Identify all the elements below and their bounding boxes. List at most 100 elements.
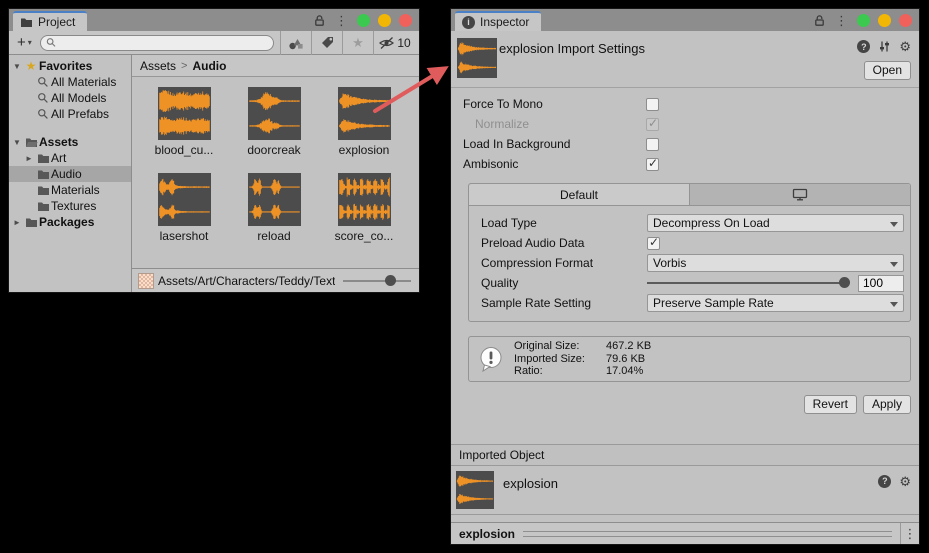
disclosure-open-icon[interactable]: ▼ <box>11 138 23 147</box>
favorite-search-button[interactable]: ★ <box>342 31 373 55</box>
asset-item-score[interactable]: score_co... <box>322 173 406 243</box>
disclosure-closed-icon[interactable]: ► <box>23 154 35 163</box>
imported-size-label: Imported Size: <box>514 353 606 366</box>
breadcrumb-separator: > <box>181 60 187 72</box>
force-to-mono-checkbox[interactable] <box>646 98 659 111</box>
ambisonic-checkbox[interactable] <box>646 158 659 171</box>
tree-item-all-prefabs[interactable]: All Prefabs <box>9 106 131 122</box>
window-button-maximize[interactable] <box>378 14 391 27</box>
asset-label: explosion <box>322 143 406 157</box>
thumbnail-size-slider[interactable] <box>343 280 411 282</box>
search-icon <box>46 37 56 48</box>
load-type-dropdown[interactable]: Decompress On Load <box>647 214 904 232</box>
window-menu-icon[interactable]: ⋮ <box>834 14 849 27</box>
help-icon[interactable]: ? <box>878 475 891 488</box>
disclosure-open-icon[interactable]: ▼ <box>11 62 23 71</box>
window-button-minimize[interactable] <box>857 14 870 27</box>
info-icon: i <box>462 16 475 29</box>
tree-item-textures[interactable]: Textures <box>9 198 131 214</box>
quality-value-input[interactable] <box>858 275 904 292</box>
search-by-label-button[interactable] <box>311 31 342 55</box>
tree-item-assets[interactable]: ▼ Assets <box>9 134 131 150</box>
asset-item-explosion[interactable]: explosion <box>322 87 406 157</box>
folder-icon <box>35 201 51 212</box>
hidden-packages-button[interactable]: 10 <box>373 31 419 55</box>
window-button-close[interactable] <box>899 14 912 27</box>
tree-label: All Materials <box>51 75 116 89</box>
ratio-label: Ratio: <box>514 365 606 378</box>
tree-item-materials[interactable]: Materials <box>9 182 131 198</box>
dropdown-value: Vorbis <box>653 256 686 270</box>
tree-item-art[interactable]: ► Art <box>9 150 131 166</box>
load-in-background-checkbox[interactable] <box>646 138 659 151</box>
quality-slider[interactable] <box>647 282 848 284</box>
texture-preview-icon <box>138 273 154 289</box>
imported-object-header: Imported Object <box>451 444 919 466</box>
breadcrumb: Assets > Audio <box>132 55 419 77</box>
presets-icon[interactable] <box>878 40 891 53</box>
tree-label: All Models <box>51 91 106 105</box>
apply-button[interactable]: Apply <box>863 395 911 414</box>
preview-menu-icon[interactable]: ⋮ <box>901 527 919 540</box>
field-label: Load Type <box>475 216 647 230</box>
gear-icon[interactable]: ⚙ <box>899 40 911 53</box>
tree-item-all-materials[interactable]: All Materials <box>9 74 131 90</box>
window-menu-icon[interactable]: ⋮ <box>334 14 349 27</box>
slider-knob[interactable] <box>385 275 396 286</box>
inspector-titlebar: i Inspector ⋮ <box>451 9 919 31</box>
folder-open-icon <box>23 137 39 148</box>
tab-project-label: Project <box>38 15 75 29</box>
asset-item-blood-curdling[interactable]: blood_cu... <box>142 87 226 157</box>
disclosure-closed-icon[interactable]: ► <box>11 218 23 227</box>
search-by-type-button[interactable] <box>280 31 311 55</box>
imported-size-value: 79.6 KB <box>606 353 645 366</box>
option-force-to-mono: Force To Mono <box>451 94 919 114</box>
gear-icon[interactable]: ⚙ <box>899 475 911 488</box>
search-icon <box>35 108 51 120</box>
window-button-maximize[interactable] <box>878 14 891 27</box>
tab-project[interactable]: Project <box>13 11 87 31</box>
revert-button[interactable]: Revert <box>804 395 857 414</box>
asset-item-doorcreak[interactable]: doorcreak <box>232 87 316 157</box>
tree-item-all-models[interactable]: All Models <box>9 90 131 106</box>
folder-icon <box>23 217 39 228</box>
compression-format-dropdown[interactable]: Vorbis <box>647 254 904 272</box>
asset-item-reload[interactable]: reload <box>232 173 316 243</box>
field-preload-audio-data: Preload Audio Data <box>475 233 904 253</box>
platform-tabstrip: Default <box>469 184 910 206</box>
window-button-close[interactable] <box>399 14 412 27</box>
tree-item-packages[interactable]: ► Packages <box>9 214 131 230</box>
tag-icon <box>320 35 335 50</box>
tab-default-platform[interactable]: Default <box>469 184 690 205</box>
lock-open-icon[interactable] <box>313 14 326 27</box>
window-button-minimize[interactable] <box>357 14 370 27</box>
open-button[interactable]: Open <box>864 61 911 80</box>
tab-inspector[interactable]: i Inspector <box>455 11 541 31</box>
preload-audio-data-checkbox[interactable] <box>647 237 660 250</box>
field-quality: Quality <box>475 273 904 293</box>
asset-label: reload <box>232 229 316 243</box>
folder-icon <box>35 169 51 180</box>
breadcrumb-root[interactable]: Assets <box>140 59 176 73</box>
preview-title: explosion <box>459 527 515 541</box>
tree-label: Materials <box>51 183 100 197</box>
option-load-in-background: Load In Background <box>451 134 919 154</box>
tree-item-favorites[interactable]: ▼ ★ Favorites <box>9 58 131 74</box>
original-size-value: 467.2 KB <box>606 340 651 353</box>
asset-item-lasershot[interactable]: lasershot <box>142 173 226 243</box>
breadcrumb-current[interactable]: Audio <box>192 59 226 73</box>
import-settings-header: explosion Import Settings ? ⚙ Open <box>451 31 919 88</box>
create-asset-button[interactable]: + ▾ <box>9 31 38 54</box>
chevron-down-icon <box>890 222 898 227</box>
ratio-value: 17.04% <box>606 365 643 378</box>
search-input[interactable] <box>59 37 268 49</box>
lock-open-icon[interactable] <box>813 14 826 27</box>
star-icon: ★ <box>23 59 39 73</box>
help-icon[interactable]: ? <box>857 40 870 53</box>
tab-standalone-platform[interactable] <box>690 184 910 205</box>
preview-resize-grip[interactable] <box>523 531 892 537</box>
tree-item-audio[interactable]: Audio <box>9 166 131 182</box>
audio-waveform-thumbnail <box>248 173 301 226</box>
slider-knob[interactable] <box>839 277 850 288</box>
sample-rate-dropdown[interactable]: Preserve Sample Rate <box>647 294 904 312</box>
